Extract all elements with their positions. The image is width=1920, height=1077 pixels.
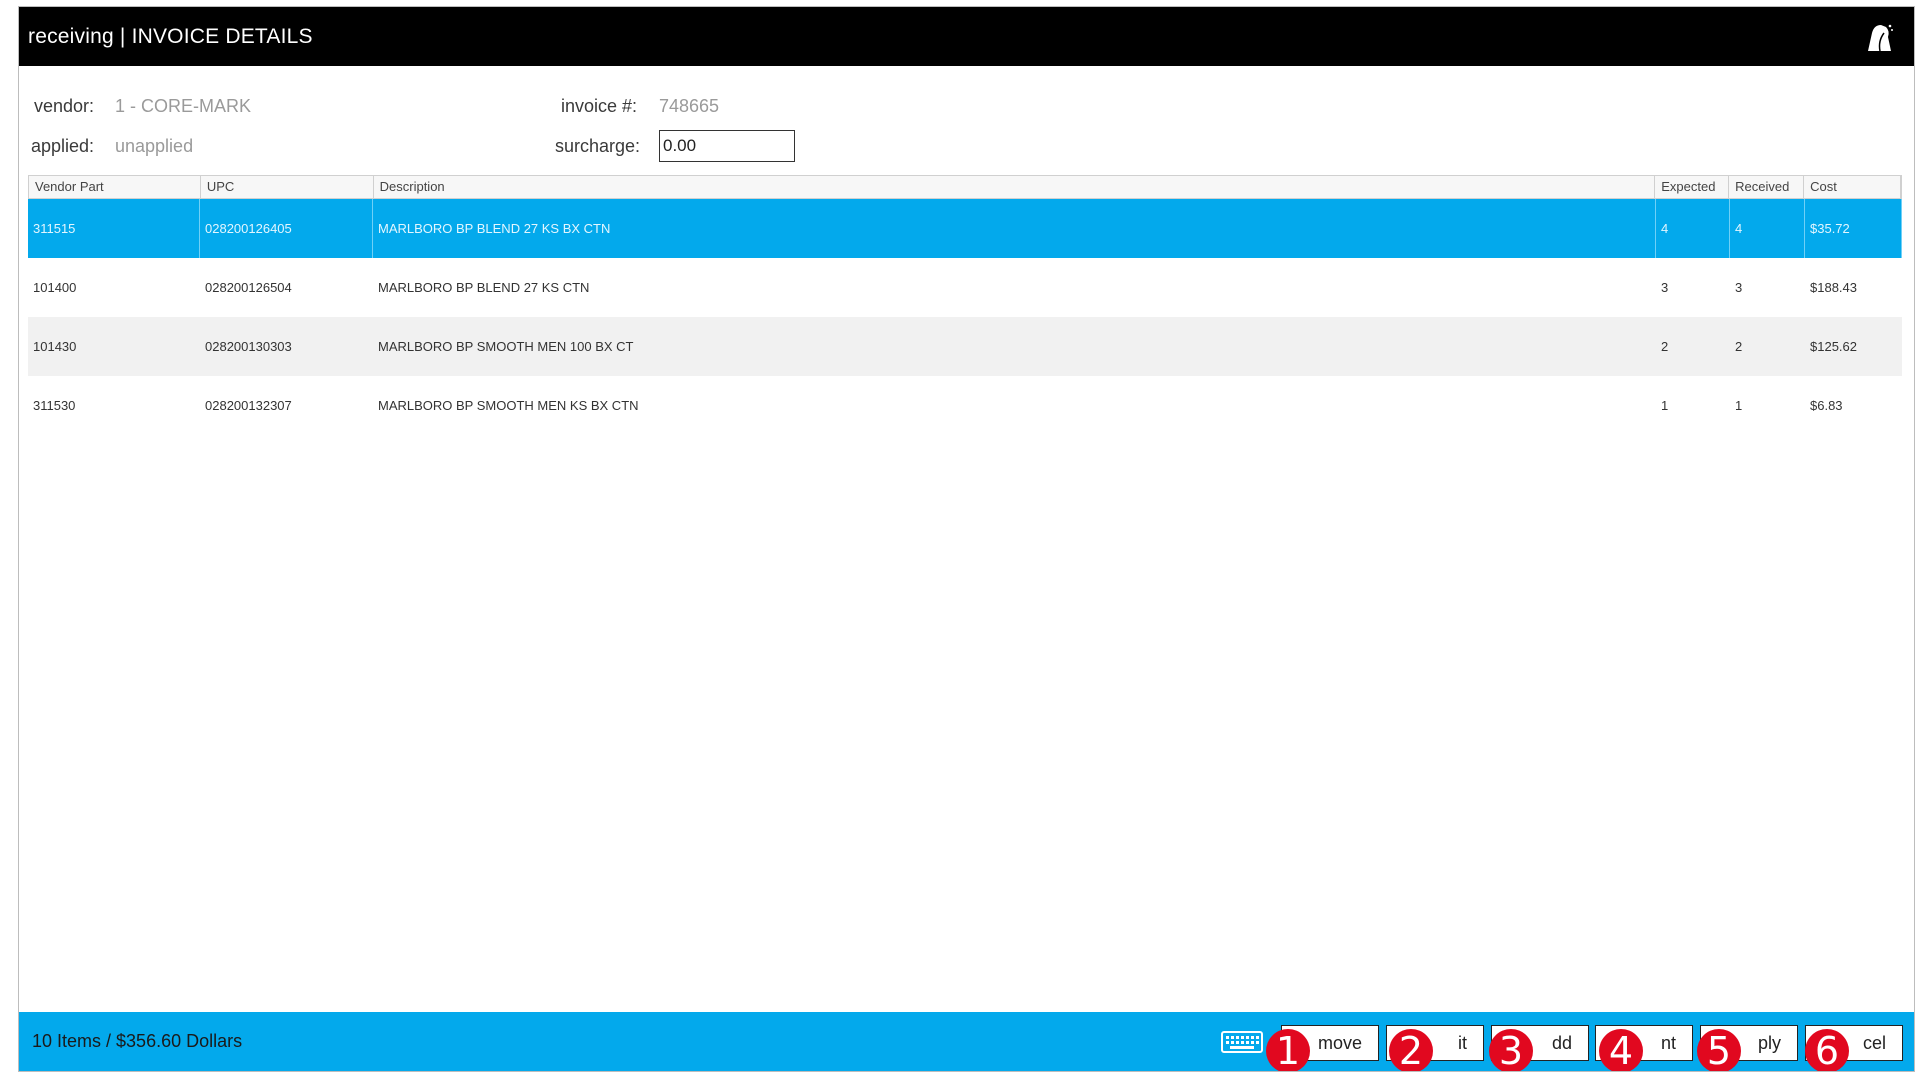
items-summary: 10 Items / $356.60 Dollars [32, 1031, 243, 1051]
cell-upc: 028200126504 [205, 280, 292, 295]
add-button-label: dd [1551, 1032, 1572, 1053]
applied-value: unapplied [115, 136, 194, 156]
cell-cost: $125.62 [1810, 339, 1857, 354]
applied-label: applied: [31, 136, 95, 156]
cell-vendor-part: 311515 [28, 199, 200, 258]
cell-vendor-part: 311530 [33, 398, 76, 413]
table-body: 311515 028200126405 MARLBORO BP BLEND 27… [28, 199, 1902, 435]
cell-vendor-part: 101400 [33, 280, 77, 295]
cell-description: MARLBORO BP SMOOTH MEN KS BX CTN [378, 398, 639, 413]
cell-cost: $6.83 [1810, 398, 1843, 413]
cell-expected: 3 [1661, 280, 1669, 295]
cell-upc: 028200130303 [205, 339, 292, 354]
cell-received: 1 [1735, 398, 1743, 413]
remove-button-label: move [1317, 1032, 1362, 1053]
step-marker-2: 2 [1389, 1029, 1433, 1071]
table-row[interactable]: 101430 028200130303 MARLBORO BP SMOOTH M… [28, 317, 1902, 376]
apply-button-label: ply [1757, 1032, 1781, 1053]
vendor-label: vendor: [34, 96, 95, 116]
cell-description: MARLBORO BP SMOOTH MEN 100 BX CT [378, 339, 634, 354]
step-marker-3: 3 [1489, 1029, 1533, 1071]
invoice-number-label: invoice #: [561, 96, 638, 116]
step-marker-1: 1 [1266, 1029, 1310, 1071]
table-header: Vendor Part UPC Description Expected Rec… [28, 175, 1902, 199]
step-marker-6: 6 [1805, 1029, 1849, 1071]
column-header-vendor-part[interactable]: Vendor Part [29, 176, 201, 198]
cell-received: 2 [1735, 339, 1743, 354]
column-header-upc[interactable]: UPC [201, 176, 374, 198]
cell-received: 3 [1735, 280, 1743, 295]
vendor-value: 1 - CORE-MARK [115, 96, 252, 116]
cell-expected: 1 [1661, 398, 1669, 413]
surcharge-input[interactable] [659, 130, 795, 162]
cell-cost: $188.43 [1810, 280, 1857, 295]
footer-bar: 10 Items / $356.60 Dollars move it dd nt… [19, 1012, 1914, 1071]
table-row[interactable]: 311530 028200132307 MARLBORO BP SMOOTH M… [28, 376, 1902, 435]
cell-description: MARLBORO BP BLEND 27 KS BX CTN [373, 199, 1656, 258]
cancel-button-label: cel [1862, 1032, 1886, 1053]
step-marker-5: 5 [1697, 1029, 1741, 1071]
cell-expected: 2 [1661, 339, 1669, 354]
column-header-cost[interactable]: Cost [1804, 176, 1901, 198]
cell-upc: 028200126405 [200, 199, 373, 258]
table-row[interactable]: 101400 028200126504 MARLBORO BP BLEND 27… [28, 258, 1902, 317]
bell-logo-icon [1868, 24, 1893, 52]
column-header-received[interactable]: Received [1729, 176, 1805, 198]
invoice-number-value: 748665 [659, 96, 720, 116]
table-row[interactable]: 311515 028200126405 MARLBORO BP BLEND 27… [28, 199, 1902, 258]
title-bar: receiving | INVOICE DETAILS [19, 7, 1914, 66]
surcharge-label: surcharge: [555, 136, 641, 156]
column-header-expected[interactable]: Expected [1655, 176, 1730, 198]
invoice-items-table: Vendor Part UPC Description Expected Rec… [28, 175, 1902, 435]
window-title: receiving | INVOICE DETAILS [28, 24, 313, 48]
cell-expected: 4 [1656, 199, 1730, 258]
keyboard-icon[interactable] [1221, 1031, 1263, 1053]
edit-button-label: it [1458, 1032, 1467, 1053]
step-marker-4: 4 [1599, 1029, 1643, 1071]
invoice-details-window: receiving | INVOICE DETAILS vendor: 1 - … [18, 6, 1915, 1072]
column-header-description[interactable]: Description [374, 176, 1656, 198]
cell-upc: 028200132307 [205, 398, 292, 413]
cell-vendor-part: 101430 [33, 339, 77, 354]
print-button-label: nt [1660, 1032, 1676, 1053]
cell-cost: $35.72 [1805, 199, 1902, 258]
cell-received: 4 [1730, 199, 1805, 258]
cell-description: MARLBORO BP BLEND 27 KS CTN [378, 280, 590, 295]
